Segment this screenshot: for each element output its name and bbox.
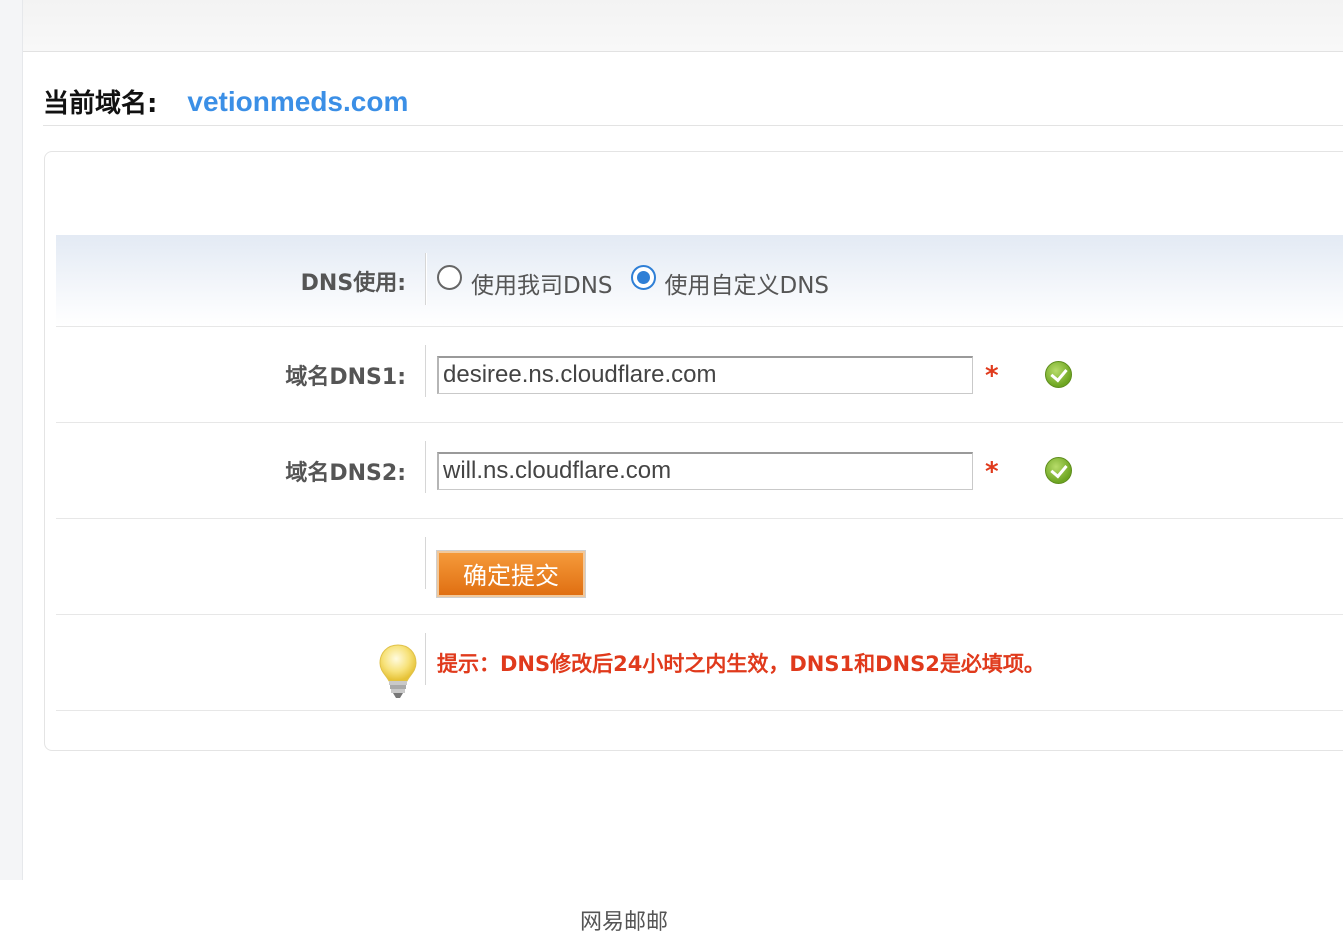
tip-row: 提示：DNS修改后24小时之内生效，DNS1和DNS2是必填项。 bbox=[56, 615, 1343, 711]
dns2-required-mark: * bbox=[985, 456, 999, 487]
radio-custom-dns[interactable] bbox=[630, 265, 656, 290]
current-domain-value: vetionmeds.com bbox=[187, 85, 409, 117]
column-divider bbox=[425, 441, 427, 493]
dns2-input[interactable] bbox=[437, 451, 973, 490]
submit-field: 确定提交 bbox=[436, 519, 586, 614]
dns-use-options: 使用我司DNS 使用自定义DNS bbox=[437, 235, 847, 326]
radio-our-dns[interactable] bbox=[437, 265, 462, 290]
column-divider bbox=[425, 253, 427, 305]
dns1-input[interactable] bbox=[437, 355, 973, 394]
top-toolbar bbox=[23, 0, 1343, 52]
radio-custom-dns-label[interactable]: 使用自定义DNS bbox=[665, 266, 830, 300]
dns-use-label: DNS使用: bbox=[300, 270, 406, 296]
dns2-row: 域名DNS2: * bbox=[56, 423, 1343, 519]
radio-our-dns-label[interactable]: 使用我司DNS bbox=[471, 266, 613, 300]
dns1-required-mark: * bbox=[985, 360, 999, 391]
submit-row: 确定提交 bbox=[56, 519, 1343, 615]
dns2-field: * bbox=[437, 423, 1072, 518]
current-domain-label: 当前域名: bbox=[43, 89, 158, 119]
tip-text: 提示：DNS修改后24小时之内生效，DNS1和DNS2是必填项。 bbox=[437, 651, 1045, 676]
left-gutter bbox=[0, 0, 23, 880]
check-circle-icon bbox=[1044, 457, 1072, 484]
dns1-row: 域名DNS1: * bbox=[56, 327, 1343, 423]
dns2-label: 域名DNS2: bbox=[285, 460, 406, 486]
tip-field: 提示：DNS修改后24小时之内生效，DNS1和DNS2是必填项。 bbox=[437, 615, 1045, 710]
column-divider bbox=[425, 345, 427, 397]
footer-text: 网易邮邮 bbox=[580, 910, 669, 935]
column-divider bbox=[425, 537, 427, 589]
current-domain-header: 当前域名: vetionmeds.com bbox=[43, 78, 1343, 126]
lightbulb-icon bbox=[379, 644, 417, 698]
dns1-field: * bbox=[437, 327, 1072, 422]
submit-button[interactable]: 确定提交 bbox=[436, 549, 586, 598]
column-divider bbox=[425, 633, 427, 685]
dns1-label: 域名DNS1: bbox=[285, 364, 406, 390]
dns-settings-panel: DNS使用: 使用我司DNS 使用自定义DNS 域名DNS1: * 域名DNS2… bbox=[44, 151, 1343, 751]
check-circle-icon bbox=[1044, 361, 1072, 388]
dns-use-row: DNS使用: 使用我司DNS 使用自定义DNS bbox=[56, 235, 1343, 327]
